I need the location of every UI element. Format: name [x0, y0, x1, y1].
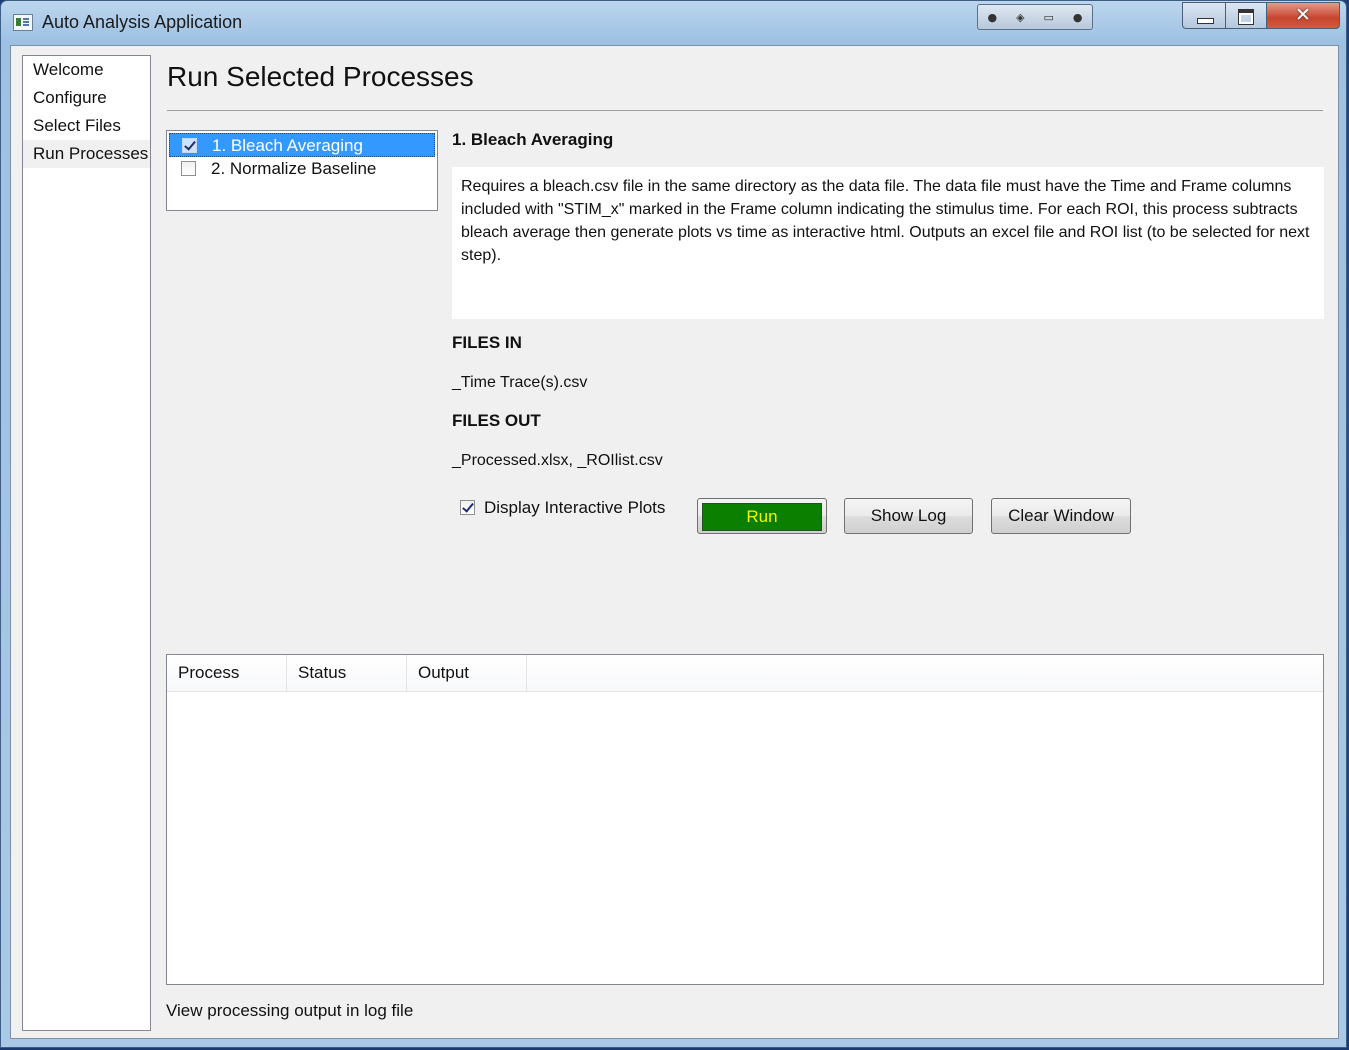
pin-icon[interactable]: ● — [987, 11, 997, 24]
files-out-label: FILES OUT — [452, 411, 541, 430]
process-checkbox[interactable] — [182, 138, 197, 153]
run-button-label: Run — [702, 503, 822, 531]
maximize-button[interactable] — [1225, 2, 1267, 29]
dot-icon[interactable]: ● — [1073, 11, 1083, 24]
process-description: Requires a bleach.csv file in the same d… — [452, 167, 1324, 319]
column-header-status[interactable]: Status — [287, 655, 407, 691]
column-header-process[interactable]: Process — [167, 655, 287, 691]
process-list[interactable]: 1. Bleach Averaging 2. Normalize Baselin… — [166, 130, 438, 211]
checkbox-box[interactable] — [460, 500, 475, 515]
files-out-value: _Processed.xlsx, _ROIlist.csv — [452, 452, 663, 469]
window-title: Auto Analysis Application — [42, 12, 243, 32]
process-detail-heading: 1. Bleach Averaging — [452, 130, 614, 149]
app-window: Auto Analysis Application ● ◈ ▭ ● ✕ Welc… — [0, 0, 1347, 1048]
process-item-bleach-averaging[interactable]: 1. Bleach Averaging — [169, 133, 435, 157]
title-bar[interactable]: Auto Analysis Application ● ◈ ▭ ● ✕ — [1, 1, 1346, 45]
rollup-icon[interactable]: ▭ — [1044, 11, 1054, 24]
client-area: Welcome Configure Select Files Run Proce… — [10, 45, 1339, 1039]
process-item-normalize-baseline[interactable]: 2. Normalize Baseline — [169, 157, 435, 181]
results-table[interactable]: Process Status Output — [166, 654, 1324, 985]
column-header-output[interactable]: Output — [407, 655, 527, 691]
table-header: Process Status Output — [167, 655, 1323, 692]
close-icon: ✕ — [1295, 4, 1311, 26]
page-title: Run Selected Processes — [167, 61, 474, 92]
title-divider — [167, 110, 1323, 111]
run-button[interactable]: Run — [697, 498, 827, 534]
clear-window-button[interactable]: Clear Window — [991, 498, 1131, 534]
process-label: 2. Normalize Baseline — [211, 159, 377, 178]
nav-item-select-files[interactable]: Select Files — [23, 112, 150, 140]
display-plots-checkbox[interactable]: Display Interactive Plots — [460, 498, 665, 518]
close-button[interactable]: ✕ — [1266, 2, 1340, 29]
files-in-value: _Time Trace(s).csv — [452, 374, 588, 391]
nav-item-run-processes[interactable]: Run Processes — [23, 140, 150, 168]
process-label: 1. Bleach Averaging — [212, 136, 363, 155]
status-footer: View processing output in log file — [166, 1001, 414, 1020]
show-log-button[interactable]: Show Log — [844, 498, 973, 534]
app-icon — [13, 14, 33, 31]
nav-list[interactable]: Welcome Configure Select Files Run Proce… — [22, 55, 151, 1031]
caption-extra-buttons[interactable]: ● ◈ ▭ ● — [977, 4, 1093, 30]
network-icon[interactable]: ◈ — [1016, 11, 1024, 24]
nav-item-configure[interactable]: Configure — [23, 84, 150, 112]
display-plots-label: Display Interactive Plots — [484, 498, 666, 517]
files-in-label: FILES IN — [452, 333, 522, 352]
process-checkbox[interactable] — [181, 161, 196, 176]
minimize-button[interactable] — [1182, 2, 1226, 29]
nav-item-welcome[interactable]: Welcome — [23, 56, 150, 84]
